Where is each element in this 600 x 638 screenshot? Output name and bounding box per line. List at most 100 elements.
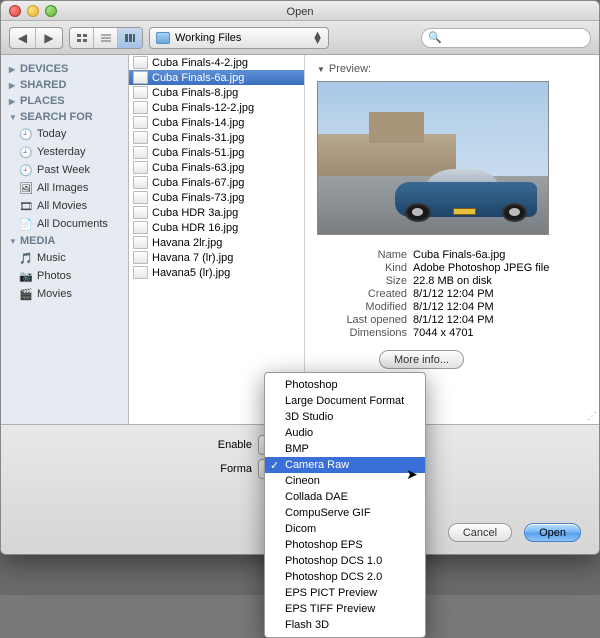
sidebar-item[interactable]: 🎵 Music xyxy=(1,249,128,267)
file-name: Havana 2lr.jpg xyxy=(152,237,222,249)
file-name: Cuba Finals-31.jpg xyxy=(152,132,244,144)
popup-item[interactable]: Dicom xyxy=(265,521,425,537)
file-row[interactable]: Havana 7 (lr).jpg xyxy=(129,250,304,265)
popup-item-label: Flash 3D xyxy=(285,619,329,631)
sidebar-group-label: DEVICES xyxy=(20,63,68,75)
file-name: Cuba Finals-63.jpg xyxy=(152,162,244,174)
file-row[interactable]: Cuba HDR 16.jpg xyxy=(129,220,304,235)
path-dropdown[interactable]: Working Files ▲▼ xyxy=(149,27,329,49)
popup-item-label: Cineon xyxy=(285,475,320,487)
sidebar-item[interactable]: 🎞All Movies xyxy=(1,197,128,215)
file-row[interactable]: Cuba Finals-31.jpg xyxy=(129,130,304,145)
popup-item[interactable]: Flash 3D xyxy=(265,617,425,633)
popup-item[interactable]: 3D Studio xyxy=(265,409,425,425)
file-icon xyxy=(133,191,148,204)
file-row[interactable]: Havana 2lr.jpg xyxy=(129,235,304,250)
meta-label-name: Name xyxy=(317,249,407,261)
popup-item[interactable]: Photoshop DCS 1.0 xyxy=(265,553,425,569)
popup-item[interactable]: EPS PICT Preview xyxy=(265,585,425,601)
file-row[interactable]: Cuba Finals-51.jpg xyxy=(129,145,304,160)
icon-view-button[interactable] xyxy=(70,28,94,48)
sidebar-item[interactable]: 🎬Movies xyxy=(1,285,128,303)
format-label: Forma xyxy=(192,463,252,475)
sidebar: ▶DEVICES▶SHARED▶PLACES▼SEARCH FOR🕘Today🕘… xyxy=(1,55,129,425)
file-row[interactable]: Cuba Finals-8.jpg xyxy=(129,85,304,100)
file-icon xyxy=(133,86,148,99)
file-row[interactable]: Cuba Finals-4-2.jpg xyxy=(129,55,304,70)
popup-item[interactable]: Photoshop DCS 2.0 xyxy=(265,569,425,585)
more-info-button[interactable]: More info... xyxy=(379,350,464,369)
meta-value-name: Cuba Finals-6a.jpg xyxy=(413,249,505,261)
meta-value-modified: 8/1/12 12:04 PM xyxy=(413,301,494,313)
popup-item[interactable]: Large Document Format xyxy=(265,393,425,409)
popup-item[interactable]: EPS TIFF Preview xyxy=(265,601,425,617)
popup-item[interactable]: Cineon xyxy=(265,473,425,489)
popup-item[interactable]: Audio xyxy=(265,425,425,441)
popup-item-label: Photoshop xyxy=(285,379,338,391)
nav-forward-button[interactable]: ▶ xyxy=(36,28,62,48)
cancel-button[interactable]: Cancel xyxy=(448,523,512,542)
titlebar: Open xyxy=(1,1,599,21)
minimize-window-icon[interactable] xyxy=(27,5,39,17)
popup-item[interactable]: CompuServe GIF xyxy=(265,505,425,521)
sidebar-group[interactable]: ▶DEVICES xyxy=(1,61,128,77)
file-row[interactable]: Cuba Finals-6a.jpg xyxy=(129,70,304,85)
close-window-icon[interactable] xyxy=(9,5,21,17)
file-name: Cuba Finals-51.jpg xyxy=(152,147,244,159)
file-name: Havana 7 (lr).jpg xyxy=(152,252,233,264)
popup-item[interactable]: ✓Camera Raw xyxy=(265,457,425,473)
file-icon xyxy=(133,116,148,129)
sidebar-item[interactable]: 📷 Photos xyxy=(1,267,128,285)
open-button[interactable]: Open xyxy=(524,523,581,542)
disclosure-triangle-icon: ▼ xyxy=(9,113,17,122)
file-row[interactable]: Havana5 (lr).jpg xyxy=(129,265,304,280)
file-row[interactable]: Cuba HDR 3a.jpg xyxy=(129,205,304,220)
search-text-field[interactable] xyxy=(446,32,584,44)
meta-value-dimensions: 7044 x 4701 xyxy=(413,327,474,339)
sidebar-group[interactable]: ▼MEDIA xyxy=(1,233,128,249)
sidebar-item-label: All Documents xyxy=(37,218,108,230)
sidebar-group[interactable]: ▼SEARCH FOR xyxy=(1,109,128,125)
zoom-window-icon[interactable] xyxy=(45,5,57,17)
sidebar-group[interactable]: ▶SHARED xyxy=(1,77,128,93)
file-icon xyxy=(133,176,148,189)
sidebar-item[interactable]: 📄All Documents xyxy=(1,215,128,233)
column-view-button[interactable] xyxy=(118,28,142,48)
preview-heading[interactable]: ▼ Preview: xyxy=(317,63,587,75)
sidebar-item-label: Music xyxy=(37,252,66,264)
sidebar-item[interactable]: 🖼All Images xyxy=(1,179,128,197)
disclosure-triangle-icon: ▶ xyxy=(9,65,17,74)
file-row[interactable]: Cuba Finals-63.jpg xyxy=(129,160,304,175)
popup-item[interactable]: BMP xyxy=(265,441,425,457)
preview-pane: ▼ Preview: NameCuba Finals-6a.jpg KindAd… xyxy=(305,55,599,425)
list-view-button[interactable] xyxy=(94,28,118,48)
nav-back-button[interactable]: ◀ xyxy=(10,28,36,48)
sidebar-item-label: Photos xyxy=(37,270,71,282)
browser-body: ▶DEVICES▶SHARED▶PLACES▼SEARCH FOR🕘Today🕘… xyxy=(1,55,599,425)
file-row[interactable]: Cuba Finals-14.jpg xyxy=(129,115,304,130)
sidebar-item[interactable]: 🕘Today xyxy=(1,125,128,143)
popup-item[interactable]: Photoshop EPS xyxy=(265,537,425,553)
format-popup-menu: Photoshop Large Document Format3D StudioA… xyxy=(264,372,426,638)
sidebar-item[interactable]: 🕘Yesterday xyxy=(1,143,128,161)
file-row[interactable]: Cuba Finals-12-2.jpg xyxy=(129,100,304,115)
popup-item[interactable]: Photoshop xyxy=(265,377,425,393)
file-row[interactable]: Cuba Finals-73.jpg xyxy=(129,190,304,205)
sidebar-item[interactable]: 🕘Past Week xyxy=(1,161,128,179)
images-icon: 🖼 xyxy=(19,181,33,195)
music-icon: 🎵 xyxy=(19,251,33,265)
file-column[interactable]: Cuba Finals-4-2.jpgCuba Finals-6a.jpgCub… xyxy=(129,55,305,425)
popup-item-label: Photoshop EPS xyxy=(285,539,363,551)
search-input[interactable]: 🔍 xyxy=(421,28,591,48)
popup-item-label: Photoshop DCS 2.0 xyxy=(285,571,382,583)
photos-icon: 📷 xyxy=(19,269,33,283)
disclosure-triangle-icon: ▼ xyxy=(9,237,17,246)
clock-icon: 🕘 xyxy=(19,163,33,177)
resize-handle-icon[interactable]: ⋰ xyxy=(587,411,597,422)
disclosure-triangle-icon[interactable]: ▼ xyxy=(317,65,325,74)
movies-icon: 🎞 xyxy=(19,199,33,213)
sidebar-group[interactable]: ▶PLACES xyxy=(1,93,128,109)
file-row[interactable]: Cuba Finals-67.jpg xyxy=(129,175,304,190)
file-icon xyxy=(133,131,148,144)
popup-item[interactable]: Collada DAE xyxy=(265,489,425,505)
